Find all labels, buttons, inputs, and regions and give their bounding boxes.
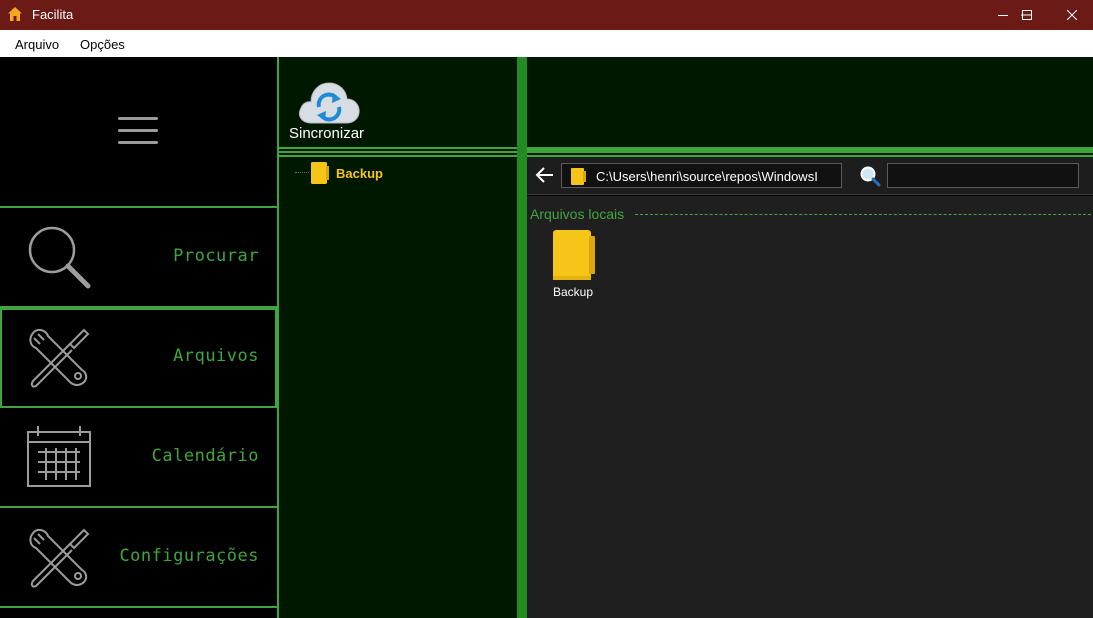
path-text: C:\Users\henri\source\repos\WindowsI (596, 169, 818, 184)
sidebar-item-arquivos[interactable]: Arquivos (0, 308, 277, 408)
explorer-toolbar: C:\Users\henri\source\repos\WindowsI (527, 157, 1093, 195)
folder-tree: Backup (279, 157, 517, 618)
sidebar-item-calendario[interactable]: Calendário (0, 408, 277, 508)
search-icon (28, 226, 91, 289)
sidebar-item-procurar[interactable]: Procurar (0, 208, 277, 308)
tree-node-label: Backup (336, 166, 383, 181)
folder-icon (571, 168, 586, 185)
tree-toolbar: Sincronizar (279, 57, 517, 147)
file-item-label: Backup (552, 285, 594, 299)
app-window: Facilita Arquivo Opções Procurar Arquivo… (0, 0, 1093, 618)
close-button[interactable] (1050, 0, 1093, 30)
tree-connector (295, 172, 309, 173)
tools-icon (29, 328, 90, 388)
explorer-divider (527, 147, 1093, 157)
sidebar-item-label: Calendário (151, 446, 259, 466)
folder-icon (311, 162, 329, 184)
search-icon[interactable] (859, 165, 881, 187)
close-icon (1066, 10, 1077, 20)
sidebar-toggle-button[interactable] (0, 57, 277, 208)
cloud-sync-icon (298, 82, 360, 124)
tree-divider (279, 147, 517, 157)
window-title: Facilita (32, 7, 74, 22)
hamburger-icon (118, 117, 158, 147)
back-arrow-icon[interactable] (535, 165, 555, 185)
path-bar[interactable]: C:\Users\henri\source\repos\WindowsI (561, 163, 842, 188)
tools-icon (29, 528, 90, 588)
folder-icon (553, 230, 595, 280)
file-list-view: Arquivos locais Backup (527, 196, 1093, 618)
sidebar: Procurar Arquivos Calendário Configuraçõ… (0, 57, 279, 618)
maximize-icon (1022, 10, 1032, 20)
search-input[interactable] (887, 163, 1079, 188)
sidebar-item-label: Procurar (173, 246, 259, 266)
sidebar-item-label: Arquivos (173, 346, 259, 366)
calendar-icon (27, 426, 91, 487)
home-icon (8, 7, 22, 21)
sidebar-item-label: Configurações (119, 546, 259, 566)
sidebar-item-configuracoes[interactable]: Configurações (0, 508, 277, 608)
sync-button[interactable]: Sincronizar (287, 77, 371, 145)
sync-button-label: Sincronizar (289, 125, 365, 142)
menu-bar: Arquivo Opções (0, 30, 1093, 57)
panel-splitter[interactable] (517, 57, 527, 618)
file-item-backup[interactable]: Backup (547, 228, 599, 304)
explorer-header (527, 57, 1093, 147)
title-bar[interactable]: Facilita (0, 0, 1093, 30)
group-divider (635, 214, 1091, 215)
maximize-button[interactable] (1004, 0, 1050, 30)
group-header: Arquivos locais (530, 206, 625, 222)
menu-opcoes[interactable]: Opções (80, 37, 125, 52)
menu-arquivo[interactable]: Arquivo (15, 37, 59, 52)
